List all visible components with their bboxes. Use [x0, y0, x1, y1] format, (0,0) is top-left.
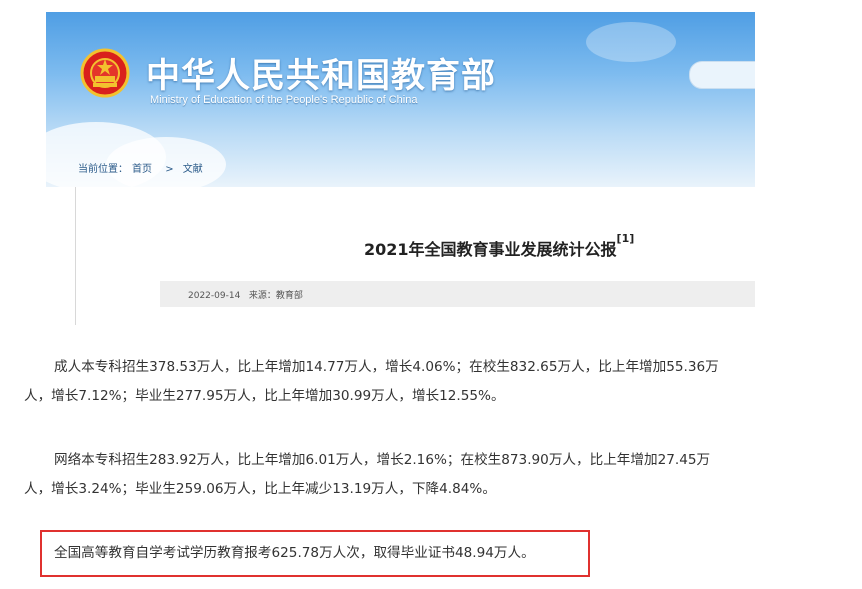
breadcrumb-separator: >	[165, 164, 174, 175]
breadcrumb-prefix: 当前位置：	[78, 164, 128, 175]
breadcrumb-home-link[interactable]: 首页	[132, 164, 152, 175]
breadcrumb-section-link[interactable]: 文献	[183, 164, 203, 175]
article-meta: 2022-09-14 来源：教育部	[188, 288, 303, 301]
page-title: 2021年全国教育事业发展统计公报[1]	[364, 232, 634, 260]
publish-date: 2022-09-14	[188, 291, 241, 301]
paragraph-line: 成人本专科招生378.53万人，比上年增加14.77万人，增长4.06%；在校生…	[54, 359, 719, 375]
page-title-text: 2021年全国教育事业发展统计公报	[364, 240, 617, 259]
site-title-english: Ministry of Education of the People's Re…	[150, 94, 418, 106]
paragraph-self-study-exam: 全国高等教育自学考试学历教育报考625.78万人次，取得毕业证书48.94万人。	[54, 545, 535, 561]
divider	[75, 187, 76, 325]
paragraph-online-education: 网络本专科招生283.92万人，比上年增加6.01万人，增长2.16%；在校生8…	[24, 446, 784, 504]
paragraph-line: 网络本专科招生283.92万人，比上年增加6.01万人，增长2.16%；在校生8…	[54, 452, 711, 468]
site-title-chinese: 中华人民共和国教育部	[146, 56, 496, 96]
national-emblem-icon	[80, 48, 130, 98]
article-meta-bar: 2022-09-14 来源：教育部	[160, 281, 755, 307]
breadcrumb: 当前位置： 首页 > 文献	[78, 160, 207, 175]
paragraph-line: 人，增长3.24%；毕业生259.06万人，比上年减少13.19万人，下降4.8…	[24, 481, 496, 497]
cloud-decoration	[586, 22, 676, 62]
site-header-banner: 中华人民共和国教育部 Ministry of Education of the …	[46, 12, 755, 187]
article-source: 来源：教育部	[248, 291, 303, 301]
paragraph-line: 人，增长7.12%；毕业生277.95万人，比上年增加30.99万人，增长12.…	[24, 388, 505, 404]
footnote-link[interactable]: [1]	[617, 232, 635, 245]
search-input[interactable]	[689, 61, 755, 89]
paragraph-adult-education: 成人本专科招生378.53万人，比上年增加14.77万人，增长4.06%；在校生…	[24, 353, 784, 411]
